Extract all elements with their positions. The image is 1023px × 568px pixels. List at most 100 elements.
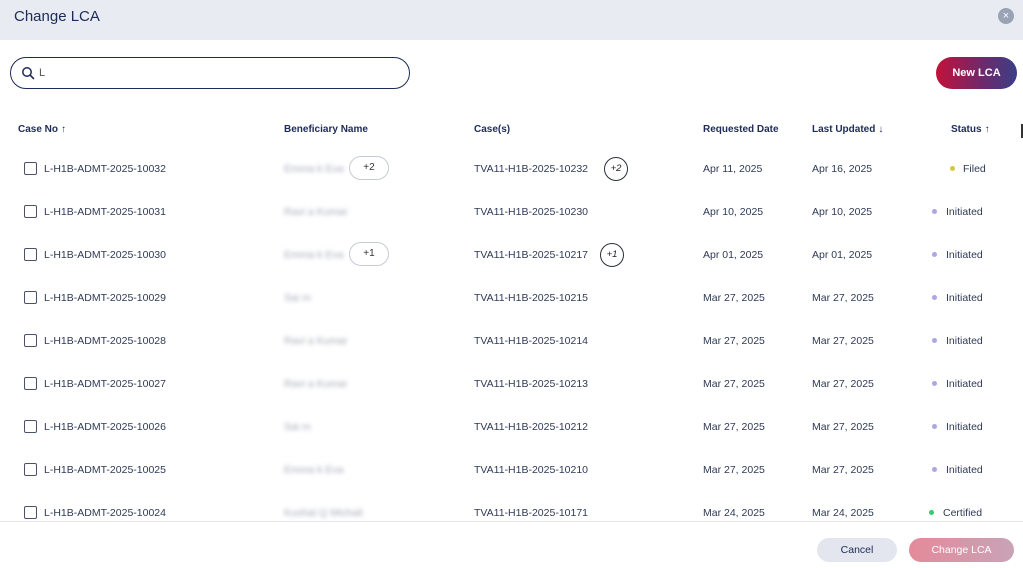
dialog-footer: Cancel Change LCA [0,521,1023,568]
status-dot-icon [932,467,937,472]
search-input[interactable] [39,63,399,83]
case-id: TVA11-H1B-2025-10213 [474,378,589,390]
row-checkbox[interactable] [24,248,37,261]
status-dot-icon [932,209,937,214]
case-no: L-H1B-ADMT-2025-10024 [44,507,166,519]
status-badge: Initiated [946,335,983,347]
requested-date: Mar 24, 2025 [703,507,765,519]
row-checkbox[interactable] [24,291,37,304]
requested-date: Apr 10, 2025 [703,206,764,218]
status-badge: Initiated [946,378,983,390]
requested-date: Mar 27, 2025 [703,378,765,390]
case-more-badge[interactable]: +2 [604,157,628,181]
last-updated: Mar 24, 2025 [812,507,874,519]
case-no: L-H1B-ADMT-2025-10025 [44,464,166,476]
case-no: L-H1B-ADMT-2025-10032 [44,163,166,175]
beneficiary-name: Kushal Q Michali [284,507,363,519]
last-updated: Mar 27, 2025 [812,421,874,433]
beneficiary-name: Ravi a Kumar [284,206,348,218]
case-id: TVA11-H1B-2025-10215 [474,292,589,304]
row-checkbox[interactable] [24,420,37,433]
header-beneficiary: Beneficiary Name [284,124,368,135]
sort-up-icon: ↑ [984,124,990,135]
status-dot-icon [932,424,937,429]
change-lca-button[interactable]: Change LCA [909,538,1014,562]
status-dot-icon [929,510,934,515]
sort-up-icon: ↑ [61,124,67,135]
case-more-badge[interactable]: +1 [600,243,624,267]
status-dot-icon [932,252,937,257]
requested-date: Apr 01, 2025 [703,249,764,261]
beneficiary-name: Emma k Eva [284,249,344,261]
row-checkbox[interactable] [24,377,37,390]
last-updated: Mar 27, 2025 [812,292,874,304]
status-dot-icon [932,338,937,343]
requested-date: Mar 27, 2025 [703,421,765,433]
table-row[interactable]: L-H1B-ADMT-2025-10025 Emma k Eva TVA11-H1B… [0,463,1023,507]
requested-date: Mar 27, 2025 [703,292,765,304]
row-checkbox[interactable] [24,334,37,347]
status-badge: Certified [943,507,983,519]
case-id: TVA11-H1B-2025-10214 [474,335,589,347]
case-id: TVA11-H1B-2025-10217 [474,249,589,261]
status-badge: Initiated [946,292,983,304]
row-checkbox[interactable] [24,463,37,476]
table-header: Case No ↑ Beneficiary Name Case(s) Reques… [0,124,1023,140]
status-dot-icon [932,295,937,300]
cancel-button[interactable]: Cancel [817,538,897,562]
dialog-title: Change LCA [14,8,100,25]
requested-date: Mar 27, 2025 [703,464,765,476]
status-badge: Initiated [946,421,983,433]
case-no: L-H1B-ADMT-2025-10029 [44,292,166,304]
header-requested-date: Requested Date [703,124,779,135]
case-id: TVA11-H1B-2025-10230 [474,206,589,218]
last-updated: Mar 27, 2025 [812,378,874,390]
case-id: TVA11-H1B-2025-10232 [474,163,589,175]
case-no: L-H1B-ADMT-2025-10031 [44,206,166,218]
header-cases: Case(s) [474,124,511,135]
requested-date: Mar 27, 2025 [703,335,765,347]
case-id: TVA11-H1B-2025-10210 [474,464,589,476]
case-id: TVA11-H1B-2025-10171 [474,507,589,519]
status-badge: Filed [963,163,986,175]
row-checkbox[interactable] [24,205,37,218]
table-row[interactable]: L-H1B-ADMT-2025-10026 Sai m TVA11-H1B-2025… [0,420,1023,464]
case-no: L-H1B-ADMT-2025-10027 [44,378,166,390]
last-updated: Apr 10, 2025 [812,206,873,218]
search-box[interactable] [10,57,410,89]
close-icon[interactable]: × [998,8,1014,24]
dialog-header: Change LCA × [0,0,1023,40]
status-dot-icon [932,381,937,386]
case-no: L-H1B-ADMT-2025-10030 [44,249,166,261]
last-updated: Mar 27, 2025 [812,464,874,476]
new-lca-button[interactable]: New LCA [936,57,1017,89]
table-row[interactable]: L-H1B-ADMT-2025-10032 Emma k Eva +2 TVA11-H… [0,156,1023,206]
beneficiary-more-pill[interactable]: +2 [349,156,389,180]
status-badge: Initiated [946,249,983,261]
last-updated: Apr 16, 2025 [812,163,873,175]
beneficiary-name: Emma k Eva [284,163,344,175]
last-updated: Apr 01, 2025 [812,249,873,261]
status-badge: Initiated [946,206,983,218]
status-dot-icon [950,166,955,171]
table-row[interactable]: L-H1B-ADMT-2025-10031 Ravi a Kumar TVA11-H… [0,205,1023,249]
table-row[interactable]: L-H1B-ADMT-2025-10027 Ravi a Kumar TVA11-H… [0,377,1023,421]
header-status[interactable]: Status ↑ [951,124,990,135]
beneficiary-name: Ravi a Kumar [284,378,348,390]
table-row[interactable]: L-H1B-ADMT-2025-10030 Emma k Eva +1 TVA11-H… [0,242,1023,292]
sort-down-icon: ↓ [878,124,884,135]
row-checkbox[interactable] [24,506,37,519]
beneficiary-name: Emma k Eva [284,464,344,476]
table-row[interactable]: L-H1B-ADMT-2025-10029 Sai m TVA11-H1B-2025… [0,291,1023,335]
beneficiary-more-pill[interactable]: +1 [349,242,389,266]
header-case-no[interactable]: Case No ↑ [18,124,66,135]
header-last-updated[interactable]: Last Updated ↓ [812,124,883,135]
case-id: TVA11-H1B-2025-10212 [474,421,589,433]
last-updated: Mar 27, 2025 [812,335,874,347]
beneficiary-name: Ravi a Kumar [284,335,348,347]
status-badge: Initiated [946,464,983,476]
row-checkbox[interactable] [24,162,37,175]
table-row[interactable]: L-H1B-ADMT-2025-10028 Ravi a Kumar TVA11-H… [0,334,1023,378]
beneficiary-name: Sai m [284,292,311,304]
beneficiary-name: Sai m [284,421,311,433]
